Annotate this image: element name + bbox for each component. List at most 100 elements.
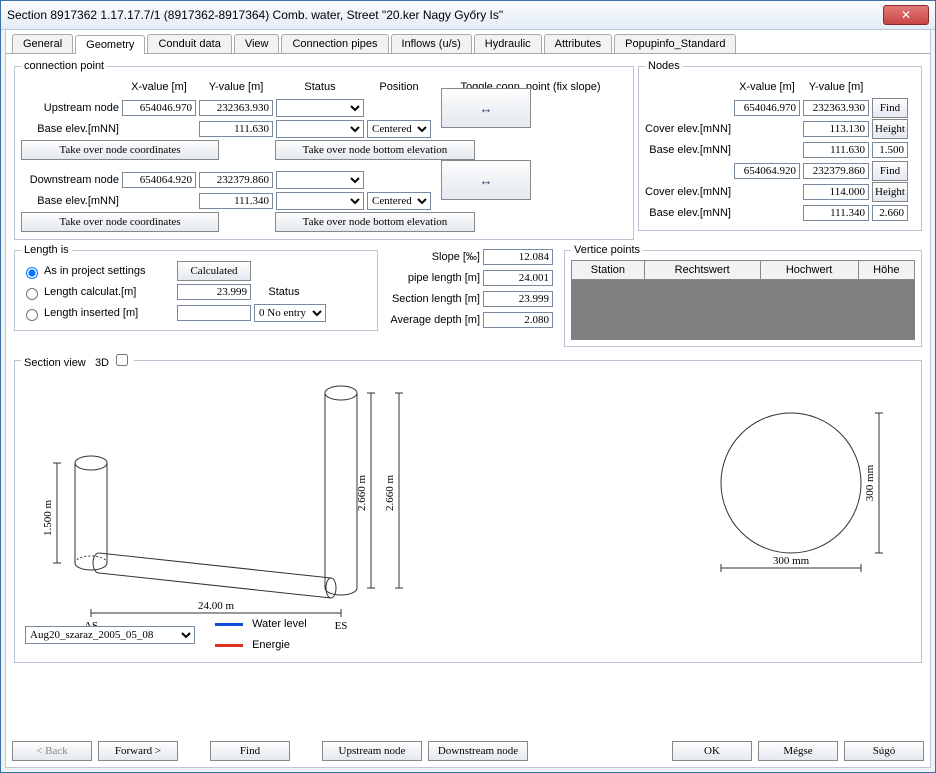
legend-block: Water level Energie	[215, 613, 307, 656]
node-b-height[interactable]	[872, 205, 908, 221]
radio-len-project[interactable]	[26, 267, 38, 279]
nodes-col-y: Y-value [m]	[803, 81, 869, 93]
node-a-cover[interactable]	[803, 121, 869, 137]
btn-cancel[interactable]: Mégse	[758, 741, 838, 761]
title-bar: Section 8917362 1.17.17.7/1 (8917362-891…	[1, 1, 935, 30]
select-len-status[interactable]: 0 No entry	[254, 304, 326, 322]
tab-geometry[interactable]: Geometry	[75, 35, 145, 54]
btn-find[interactable]: Find	[210, 741, 290, 761]
nodes-col-x: X-value [m]	[734, 81, 800, 93]
tab-popupinfo[interactable]: Popupinfo_Standard	[614, 34, 736, 53]
tab-body: connection point X-value [m] Y-value [m]…	[12, 58, 924, 729]
btn-ok[interactable]: OK	[672, 741, 752, 761]
tab-inflows[interactable]: Inflows (u/s)	[391, 34, 472, 53]
table-vertice-body[interactable]	[571, 280, 915, 340]
btn-height-node-b[interactable]: Height	[872, 182, 908, 202]
select-dn-position[interactable]: Centered	[367, 192, 431, 210]
label-up-base-elev: Base elev.[mNN]	[21, 123, 119, 135]
select-dn-status[interactable]	[276, 171, 364, 189]
input-up-be[interactable]	[199, 121, 273, 137]
input-dn-be[interactable]	[199, 193, 273, 209]
select-up-be-status[interactable]	[276, 120, 364, 138]
btn-take-bottom-up[interactable]: Take over node bottom elevation	[275, 140, 475, 160]
node-a-x[interactable]	[734, 100, 800, 116]
vp-col-rechtswert[interactable]: Rechtswert	[644, 261, 760, 280]
btn-find-node-a[interactable]: Find	[872, 98, 908, 118]
vp-col-hoehe[interactable]: Höhe	[858, 261, 914, 280]
node-a-base[interactable]	[803, 142, 869, 158]
btn-take-bottom-dn[interactable]: Take over node bottom elevation	[275, 212, 475, 232]
input-avg-depth[interactable]	[483, 312, 553, 328]
input-dn-x[interactable]	[122, 172, 196, 188]
toggle-conn-point-dn[interactable]	[441, 160, 531, 200]
toggle-conn-point-up[interactable]	[441, 88, 531, 128]
label-len-inserted: Length inserted [m]	[44, 307, 174, 319]
checkbox-3d[interactable]	[116, 354, 128, 366]
input-section-length[interactable]	[483, 291, 553, 307]
label-upstream-node: Upstream node	[21, 102, 119, 114]
select-dn-be-status[interactable]	[276, 192, 364, 210]
tab-strip: General Geometry Conduit data View Conne…	[6, 30, 930, 54]
swatch-water-icon	[215, 623, 243, 626]
node-a-y[interactable]	[803, 100, 869, 116]
tab-attributes[interactable]: Attributes	[544, 34, 612, 53]
node-b-x[interactable]	[734, 163, 800, 179]
swatch-energy-icon	[215, 644, 243, 647]
dim-length: 24.00 m	[198, 600, 235, 612]
node-b-base[interactable]	[803, 205, 869, 221]
input-up-x[interactable]	[122, 100, 196, 116]
label-avg-depth: Average depth [m]	[380, 314, 480, 326]
btn-find-node-b[interactable]: Find	[872, 161, 908, 181]
legend-section-view: Section view 3D	[21, 351, 134, 369]
input-up-y[interactable]	[199, 100, 273, 116]
radio-len-inserted[interactable]	[26, 309, 38, 321]
input-dn-y[interactable]	[199, 172, 273, 188]
btn-forward[interactable]: Forward >	[98, 741, 178, 761]
btn-upstream-node[interactable]: Upstream node	[322, 741, 422, 761]
legend-connection-point: connection point	[21, 60, 107, 72]
tab-connection-pipes[interactable]: Connection pipes	[281, 34, 388, 53]
col-yvalue: Y-value [m]	[199, 81, 273, 93]
label-status: Status	[254, 286, 314, 298]
btn-back[interactable]: < Back	[12, 741, 92, 761]
tab-conduit-data[interactable]: Conduit data	[147, 34, 231, 53]
input-slope[interactable]	[483, 249, 553, 265]
input-len-calc[interactable]	[177, 284, 251, 300]
btn-downstream-node[interactable]: Downstream node	[428, 741, 528, 761]
tab-view[interactable]: View	[234, 34, 280, 53]
group-nodes: Nodes X-value [m] Y-value [m] Find Cover…	[638, 60, 922, 231]
select-up-status[interactable]	[276, 99, 364, 117]
vp-col-station[interactable]: Station	[572, 261, 645, 280]
table-vertice[interactable]: Station Rechtswert Hochwert Höhe	[571, 260, 915, 280]
label-downstream-node: Downstream node	[21, 174, 119, 186]
input-len-inserted[interactable]	[177, 305, 251, 321]
node-b-y[interactable]	[803, 163, 869, 179]
radio-len-calc[interactable]	[26, 288, 38, 300]
select-scenario[interactable]: Aug20_szaraz_2005_05_08	[25, 626, 195, 644]
group-connection-point: connection point X-value [m] Y-value [m]…	[14, 60, 634, 240]
col-position: Position	[367, 81, 431, 93]
dim-diam-v: 300 mm	[864, 464, 876, 501]
node-a-height[interactable]	[872, 142, 908, 158]
btn-take-coord-up[interactable]: Take over node coordinates	[21, 140, 219, 160]
vp-col-hochwert[interactable]: Hochwert	[760, 261, 858, 280]
close-icon: ✕	[901, 8, 911, 22]
group-length: Length is As in project settings Calcula…	[14, 244, 378, 331]
dialog-window: Section 8917362 1.17.17.7/1 (8917362-891…	[0, 0, 936, 773]
legend-length: Length is	[21, 244, 72, 256]
close-button[interactable]: ✕	[883, 5, 929, 25]
footer-bar: < Back Forward > Find Upstream node Down…	[12, 741, 924, 761]
btn-help[interactable]: Súgó	[844, 741, 924, 761]
input-pipe-length[interactable]	[483, 270, 553, 286]
btn-calculated[interactable]: Calculated	[177, 261, 251, 281]
dim-es: 2.660 m	[356, 475, 368, 512]
tab-hydraulic[interactable]: Hydraulic	[474, 34, 542, 53]
label-3d: 3D	[95, 357, 109, 369]
btn-height-node-a[interactable]: Height	[872, 119, 908, 139]
tab-general[interactable]: General	[12, 34, 73, 53]
btn-take-coord-dn[interactable]: Take over node coordinates	[21, 212, 219, 232]
select-up-position[interactable]: Centered	[367, 120, 431, 138]
node-b-cover[interactable]	[803, 184, 869, 200]
group-section-view: Section view 3D	[14, 351, 922, 663]
legend-water: Water level	[252, 618, 307, 630]
